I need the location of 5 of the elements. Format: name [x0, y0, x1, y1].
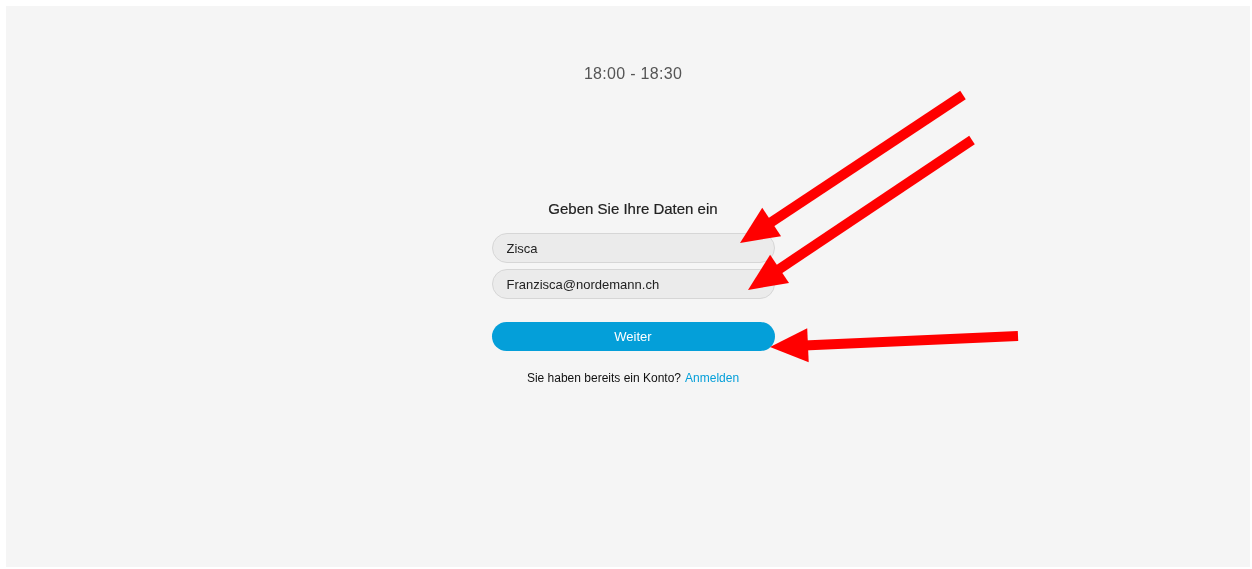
time-range: 18:00 - 18:30	[583, 65, 683, 83]
name-field[interactable]: Zisca	[491, 233, 775, 263]
form-heading: Geben Sie Ihre Daten ein	[548, 200, 718, 217]
email-field[interactable]: Franzisca@nordemann.ch	[491, 269, 775, 299]
login-prompt: Sie haben bereits ein Konto?	[526, 371, 682, 385]
